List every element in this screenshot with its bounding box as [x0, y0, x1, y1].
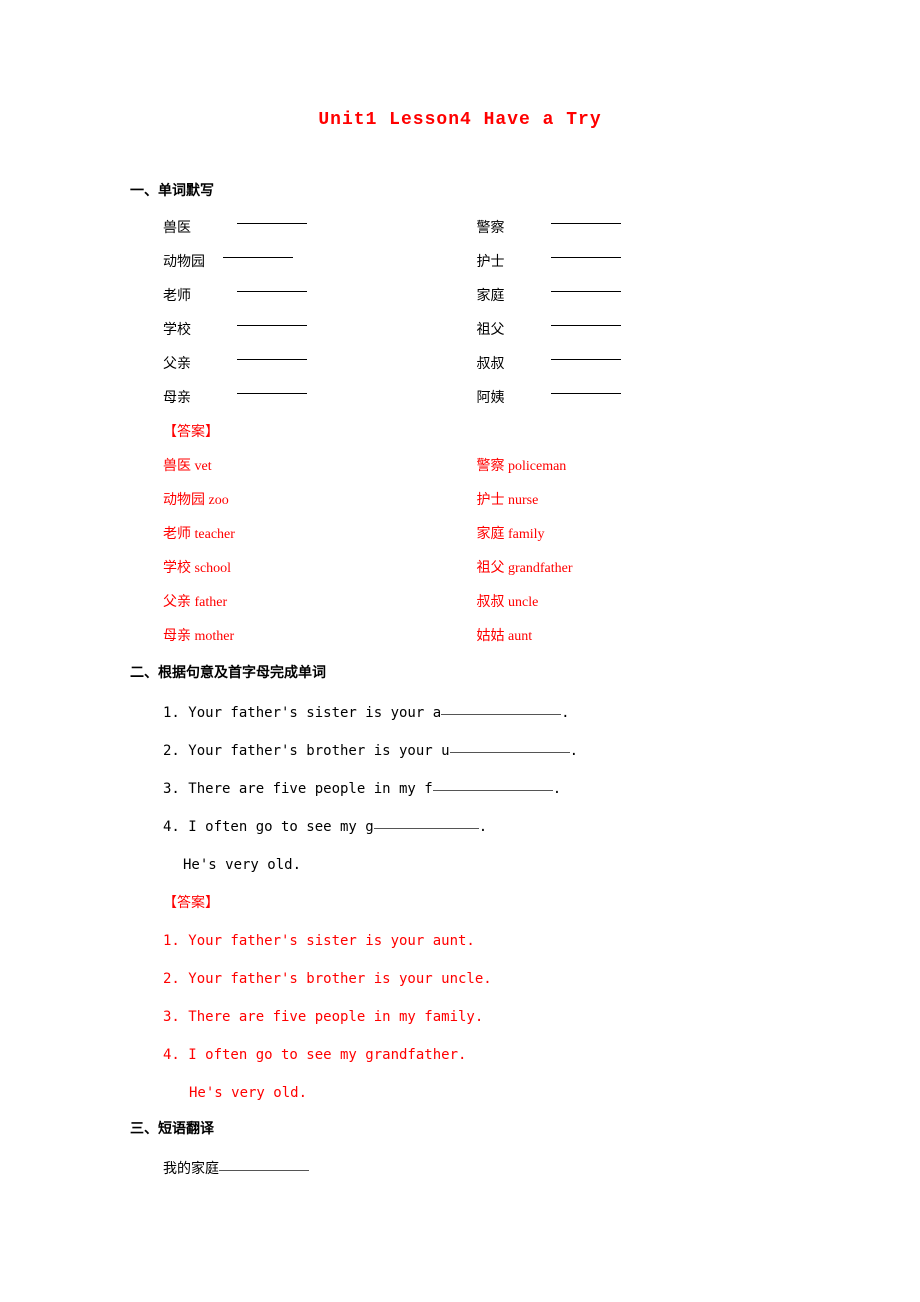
answer-line: 3. There are five people in my family.: [163, 998, 790, 1036]
answer-item: 动物园 zoo: [163, 484, 477, 518]
answer-line: 2. Your father's brother is your uncle.: [163, 960, 790, 998]
fill-blank[interactable]: [237, 210, 307, 224]
fill-blank[interactable]: [551, 210, 621, 224]
answer-item: 母亲 mother: [163, 620, 477, 654]
question-line: 1. Your father's sister is your a.: [163, 694, 790, 732]
vocab-item: 母亲: [163, 382, 477, 416]
answer-item: 兽医 vet: [163, 450, 477, 484]
answer-line: 4. I often go to see my grandfather.: [163, 1036, 790, 1074]
vocab-item: 叔叔: [477, 348, 791, 382]
vocab-blanks: 兽医 动物园 老师 学校 父亲 母亲 警察 护士 家庭 祖父 叔叔 阿姨: [163, 212, 790, 416]
answer-item: 护士 nurse: [477, 484, 791, 518]
vocab-item: 老师: [163, 280, 477, 314]
vocab-item: 护士: [477, 246, 791, 280]
vocab-item: 阿姨: [477, 382, 791, 416]
answer-item: 祖父 grandfather: [477, 552, 791, 586]
vocab-item: 学校: [163, 314, 477, 348]
page-title: Unit1 Lesson4 Have a Try: [130, 110, 790, 130]
fill-blank[interactable]: [374, 817, 479, 829]
vocab-item: 父亲: [163, 348, 477, 382]
fill-blank[interactable]: [433, 779, 553, 791]
question-sub: He's very old.: [163, 846, 790, 884]
answer-label: 【答案】: [163, 416, 790, 450]
fill-blank[interactable]: [237, 312, 307, 326]
fill-blank[interactable]: [219, 1159, 309, 1171]
vocab-item: 警察: [477, 212, 791, 246]
answer-sub: He's very old.: [163, 1074, 790, 1112]
answer-item: 老师 teacher: [163, 518, 477, 552]
answer-line: 1. Your father's sister is your aunt.: [163, 922, 790, 960]
fill-blank[interactable]: [551, 380, 621, 394]
answer-item: 姑姑 aunt: [477, 620, 791, 654]
vocab-item: 祖父: [477, 314, 791, 348]
answer-item: 家庭 family: [477, 518, 791, 552]
answer-item: 父亲 father: [163, 586, 477, 620]
section2-header: 二、根据句意及首字母完成单词: [130, 662, 790, 682]
fill-blank[interactable]: [551, 278, 621, 292]
vocab-item: 动物园: [163, 246, 477, 280]
section1-header: 一、单词默写: [130, 180, 790, 200]
fill-blank[interactable]: [237, 278, 307, 292]
fill-blank[interactable]: [237, 346, 307, 360]
phrase-line: 我的家庭: [163, 1150, 790, 1188]
question-line: 3. There are five people in my f.: [163, 770, 790, 808]
fill-blank[interactable]: [223, 244, 293, 258]
vocab-answers: 兽医 vet 动物园 zoo 老师 teacher 学校 school 父亲 f…: [163, 450, 790, 654]
fill-blank[interactable]: [551, 244, 621, 258]
answer-item: 学校 school: [163, 552, 477, 586]
fill-blank[interactable]: [441, 703, 561, 715]
section3-header: 三、短语翻译: [130, 1118, 790, 1138]
question-line: 4. I often go to see my g.: [163, 808, 790, 846]
fill-blank[interactable]: [237, 380, 307, 394]
vocab-item: 家庭: [477, 280, 791, 314]
answer-item: 警察 policeman: [477, 450, 791, 484]
question-line: 2. Your father's brother is your u.: [163, 732, 790, 770]
answer-item: 叔叔 uncle: [477, 586, 791, 620]
answer-label: 【答案】: [163, 884, 790, 922]
fill-blank[interactable]: [450, 741, 570, 753]
vocab-item: 兽医: [163, 212, 477, 246]
fill-blank[interactable]: [551, 346, 621, 360]
fill-blank[interactable]: [551, 312, 621, 326]
